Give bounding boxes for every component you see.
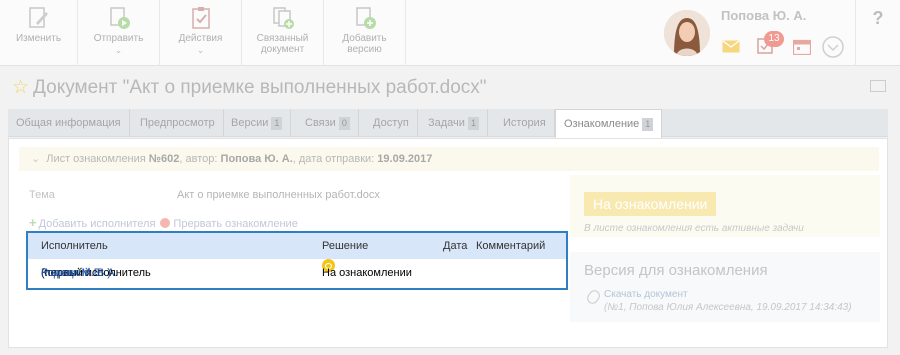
- user-name[interactable]: Попова Ю. А.: [721, 8, 806, 23]
- version-panel: Версия для ознакомления Скачать документ…: [570, 252, 880, 322]
- plus-icon: +: [29, 215, 37, 230]
- chevron-down-icon: ⌄: [114, 45, 123, 55]
- topic-value: Акт о приемке выполненных работ.docx: [177, 189, 380, 201]
- document-title: Документ "Акт о приемке выполненных рабо…: [33, 77, 487, 98]
- table-row: Комоцкий Е. А. (первый исполнитель Родин…: [28, 259, 566, 288]
- download-document-link[interactable]: Скачать документ: [604, 289, 688, 300]
- tab-bar: Общая информация Предпросмотр Версии 1 Св…: [8, 109, 888, 138]
- linked-document-button[interactable]: Связанный документ: [242, 0, 324, 66]
- add-performer-link[interactable]: Добавить исполнителя: [39, 218, 156, 230]
- paperclip-icon: [584, 288, 603, 306]
- user-area: Попова Ю. А. 13: [660, 0, 860, 66]
- chevron-down-icon[interactable]: [822, 36, 844, 58]
- linked-document-icon: [272, 7, 294, 29]
- tab-access[interactable]: Доступ: [365, 109, 418, 137]
- tab-tasks[interactable]: Задачи 1: [420, 109, 488, 137]
- page: ☆ Документ "Акт о приемке выполненных раб…: [0, 66, 900, 355]
- send-button[interactable]: Отправить ⌄: [78, 0, 160, 66]
- tab-preview[interactable]: Предпросмотр: [132, 109, 224, 137]
- version-meta: (№1, Попова Юлия Алексеевна, 19.09.2017 …: [604, 302, 852, 313]
- status-panel: На ознакомлении В листе ознакомления ест…: [570, 175, 880, 237]
- checklist-icon: [191, 7, 210, 29]
- help-button[interactable]: ?: [855, 0, 900, 66]
- envelope-icon[interactable]: [722, 40, 740, 53]
- tab-links[interactable]: Связи 0: [297, 109, 359, 137]
- delegate-link[interactable]: Родина М. В.): [41, 259, 111, 287]
- version-title: Версия для ознакомления: [584, 262, 768, 279]
- add-version-button[interactable]: Добавить версию: [324, 0, 406, 66]
- tab-general[interactable]: Общая информация: [8, 109, 130, 137]
- star-icon[interactable]: ☆: [12, 77, 29, 98]
- calendar-icon[interactable]: [793, 39, 811, 55]
- table-header: Исполнитель Решение Дата Комментарий: [28, 233, 566, 259]
- tasks-count-badge: 13: [764, 31, 784, 47]
- mail-icon[interactable]: [870, 80, 886, 92]
- toolbar: Изменить Отправить ⌄ Действия ⌄ Связанны…: [0, 0, 900, 66]
- chevron-down-icon: ⌄: [196, 45, 205, 55]
- edit-icon: [28, 7, 48, 28]
- tab-familiarization[interactable]: Ознакомление 1: [555, 109, 663, 138]
- column-comment[interactable]: Комментарий: [476, 233, 545, 259]
- familiarization-sheet-header[interactable]: ⌄ Лист ознакомления №602, автор: Попова Ю…: [19, 147, 879, 171]
- tab-versions[interactable]: Версии 1: [223, 109, 292, 137]
- column-decision[interactable]: Решение: [322, 233, 368, 259]
- performers-table: Исполнитель Решение Дата Комментарий Ком…: [26, 231, 568, 290]
- sheet-actions: + Добавить исполнителя Прервать ознакомлен…: [29, 215, 298, 230]
- status-badge: На ознакомлении: [584, 192, 717, 216]
- avatar[interactable]: [664, 10, 710, 56]
- column-date[interactable]: Дата: [443, 233, 467, 259]
- status-note: В листе ознакомления есть активные задач…: [584, 223, 804, 234]
- interrupt-link[interactable]: Прервать ознакомление: [173, 218, 297, 230]
- actions-button[interactable]: Действия ⌄: [160, 0, 242, 66]
- stop-icon: [160, 218, 171, 228]
- tab-history[interactable]: История: [495, 109, 555, 137]
- send-icon: [109, 7, 130, 29]
- chevron-down-icon: ⌄: [31, 153, 41, 165]
- topic-label: Тема: [29, 189, 55, 201]
- add-version-icon: [355, 7, 376, 29]
- edit-button[interactable]: Изменить: [0, 0, 78, 66]
- column-performer[interactable]: Исполнитель: [41, 233, 108, 259]
- document-title-bar: ☆ Документ "Акт о приемке выполненных раб…: [12, 76, 487, 99]
